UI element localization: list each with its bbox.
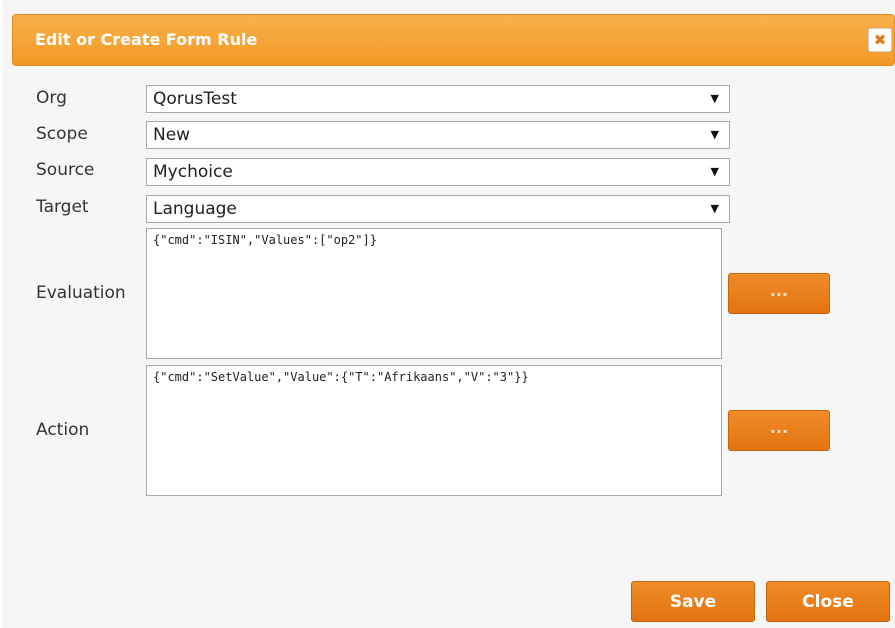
org-label: Org — [36, 88, 67, 108]
close-button[interactable]: Close — [766, 581, 890, 622]
source-value: Mychoice — [153, 162, 233, 182]
chevron-down-icon: ▼ — [710, 202, 719, 215]
org-select[interactable]: QorusTest ▼ — [146, 85, 730, 113]
scope-value: New — [153, 125, 191, 145]
chevron-down-icon: ▼ — [710, 128, 719, 141]
close-icon[interactable]: ✖ — [868, 28, 892, 52]
target-label: Target — [36, 197, 89, 217]
evaluation-textarea[interactable]: {"cmd":"ISIN","Values":["op2"]} — [146, 228, 722, 359]
action-edit-button[interactable]: ... — [728, 410, 830, 451]
target-value: Language — [153, 199, 237, 219]
chevron-down-icon: ▼ — [710, 92, 719, 105]
target-select[interactable]: Language ▼ — [146, 195, 730, 223]
chevron-down-icon: ▼ — [710, 165, 719, 178]
source-label: Source — [36, 160, 95, 180]
save-button[interactable]: Save — [631, 581, 755, 622]
source-select[interactable]: Mychoice ▼ — [146, 158, 730, 186]
scope-label: Scope — [36, 124, 88, 144]
dialog-title: Edit or Create Form Rule — [35, 30, 258, 49]
action-textarea[interactable]: {"cmd":"SetValue","Value":{"T":"Afrikaan… — [146, 365, 722, 496]
evaluation-label: Evaluation — [36, 283, 126, 303]
org-value: QorusTest — [153, 89, 237, 109]
dialog-titlebar: Edit or Create Form Rule ✖ — [12, 14, 895, 66]
action-label: Action — [36, 420, 90, 440]
evaluation-edit-button[interactable]: ... — [728, 273, 830, 314]
scope-select[interactable]: New ▼ — [146, 121, 730, 149]
